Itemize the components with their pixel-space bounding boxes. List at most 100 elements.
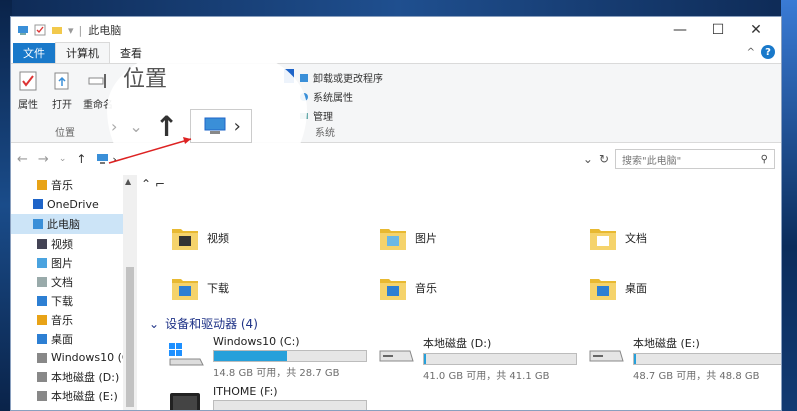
up-button[interactable]: ↑ [76, 152, 86, 166]
drive-item[interactable]: ITHOME (F:)7.39 GB 可用，共 7.39 GB [167, 385, 367, 410]
devices-heading: 设备和驱动器 (4) [165, 317, 258, 331]
help-icon[interactable]: ? [761, 45, 775, 59]
drive-icon [37, 371, 47, 382]
sidebar-item-9[interactable]: Windows10 (C:) [11, 348, 133, 367]
hdd-icon [589, 350, 624, 362]
minimize-button[interactable]: — [661, 18, 699, 42]
sidebar-item-11[interactable]: 本地磁盘 (E:) [11, 386, 133, 405]
explorer-app-icon[interactable] [17, 24, 29, 36]
sidebar-item-0[interactable]: 音乐 [11, 175, 133, 194]
folder-item[interactable]: 桌面 [589, 275, 647, 301]
drive-icon [37, 390, 47, 401]
maximize-button[interactable]: ☐ [699, 18, 737, 42]
sidebar-item-label: 图片 [51, 256, 73, 270]
nav-scrollbar[interactable]: ▲ [123, 175, 137, 410]
system-properties-button[interactable]: 系统属性 [299, 89, 383, 104]
address-dropdown-icon[interactable]: ⌄ [583, 152, 593, 166]
zoom-nav: › ⌄ ↑ › [111, 109, 253, 143]
manage-button[interactable]: 管理 [299, 108, 383, 123]
zoom-location-title: 位置 [123, 67, 168, 92]
music-folder-icon [380, 279, 406, 300]
properties-label: 属性 [18, 100, 38, 111]
sidebar-item-6[interactable]: 下载 [11, 291, 133, 310]
open-icon [54, 72, 69, 90]
pictures-folder-icon [380, 229, 406, 250]
sidebar-item-label: 文档 [51, 275, 73, 289]
forward-button[interactable]: → [38, 152, 49, 167]
qa-dropdown-icon[interactable]: ▾ [68, 24, 74, 37]
recent-locations-icon[interactable]: ⌄ [59, 154, 67, 164]
address-bar: ← → ⌄ ↑ › ⌄ ↻ 搜索"此电脑" ⚲ [11, 147, 781, 171]
system-group: 卸载或更改程序 系统属性 管理 [299, 70, 383, 123]
breadcrumb[interactable]: › [96, 152, 117, 166]
folder-label: 视频 [207, 232, 229, 245]
folder-item[interactable]: 文档 [589, 225, 647, 251]
music-icon [37, 314, 47, 325]
drive-item[interactable]: 本地磁盘 (D:) 41.0 GB 可用，共 41.1 GB [377, 335, 577, 382]
pc-icon [33, 219, 43, 229]
devices-section-header[interactable]: ⌄ 设备和驱动器 (4) [149, 315, 258, 332]
properties-button[interactable]: 属性 [17, 70, 39, 111]
sidebar-item-3[interactable]: 视频 [11, 234, 133, 253]
drive-name: ITHOME (F:) [213, 385, 278, 398]
search-input[interactable]: 搜索"此电脑" ⚲ [615, 149, 775, 169]
sidebar-item-label: 下载 [51, 294, 73, 308]
scroll-thumb[interactable] [126, 267, 134, 407]
sidebar-item-label: 本地磁盘 (D:) [51, 370, 120, 384]
sidebar-item-8[interactable]: 桌面 [11, 329, 133, 348]
ribbon-tabs: 文件 计算机 查看 ^ ? [11, 42, 781, 63]
folder-item[interactable]: 视频 [171, 225, 229, 251]
properties-check-icon[interactable] [34, 24, 46, 36]
sidebar-item-2[interactable]: 此电脑 [11, 214, 133, 234]
folder-label: 桌面 [625, 282, 647, 295]
close-button[interactable]: ✕ [737, 18, 775, 42]
desktop-folder-icon [590, 279, 616, 300]
zoom-recent-icon: ⌄ [129, 116, 143, 136]
sidebar-item-7[interactable]: 音乐 [11, 310, 133, 329]
sidebar-item-4[interactable]: 图片 [11, 253, 133, 272]
scroll-up-icon[interactable]: ▲ [125, 177, 131, 186]
open-button[interactable]: 打开 [51, 70, 73, 111]
sidebar-item-5[interactable]: 文档 [11, 272, 133, 291]
tab-file[interactable]: 文件 [13, 43, 55, 63]
uninstall-programs-button[interactable]: 卸载或更改程序 [299, 70, 383, 85]
rename-icon [88, 74, 106, 88]
sidebar-item-label: 视频 [51, 237, 73, 251]
drive-usage-bar [423, 353, 577, 365]
downloads-folder-icon [172, 279, 198, 300]
folder-item[interactable]: 图片 [379, 225, 437, 251]
drive-name: Windows10 (C:) [213, 335, 300, 348]
folder-item[interactable]: 下载 [171, 275, 229, 301]
ribbon-collapse-icon[interactable]: ^ [747, 47, 755, 58]
video-folder-icon [172, 229, 198, 250]
title-bar: ▾ | 此电脑 — ☐ ✕ [11, 17, 781, 43]
file-explorer-window: ▾ | 此电脑 — ☐ ✕ 文件 计算机 查看 ^ ? 属性 打开 重命名 位置… [10, 16, 782, 411]
folders-collapse-icon[interactable]: ⌃ ⌐ [141, 177, 165, 191]
folder-label: 文档 [625, 232, 647, 245]
zoom-up-arrow-icon: ↑ [154, 109, 179, 143]
refresh-icon[interactable]: ↻ [599, 152, 609, 166]
drive-item[interactable]: 本地磁盘 (E:) 48.7 GB 可用，共 48.8 GB [587, 335, 781, 382]
breadcrumb-chevron-icon: › [112, 152, 117, 166]
uninstall-label: 卸载或更改程序 [313, 74, 383, 85]
sidebar-item-label: 音乐 [51, 178, 73, 192]
drive-item[interactable]: Windows10 (C:) 14.8 GB 可用，共 28.7 GB [167, 335, 367, 379]
drive-info: ITHOME (F:)7.39 GB 可用，共 7.39 GB [213, 385, 367, 410]
system-properties-label: 系统属性 [313, 93, 353, 104]
search-placeholder: 搜索"此电脑" [622, 155, 682, 167]
drive-info: Windows10 (C:) 14.8 GB 可用，共 28.7 GB [213, 335, 367, 379]
tab-computer[interactable]: 计算机 [55, 42, 110, 63]
folder-label: 音乐 [415, 282, 437, 295]
onedrive-icon [33, 199, 43, 209]
sidebar-item-10[interactable]: 本地磁盘 (D:) [11, 367, 133, 386]
back-button[interactable]: ← [17, 152, 28, 167]
folder-item[interactable]: 音乐 [379, 275, 437, 301]
drive-size: 41.0 GB 可用，共 41.1 GB [423, 371, 550, 382]
sidebar-item-1[interactable]: OneDrive [11, 194, 133, 214]
quick-access-toolbar: ▾ | [17, 24, 82, 37]
new-folder-icon[interactable] [51, 24, 63, 36]
windows-drive-icon [169, 343, 204, 366]
drive-usage-fill [424, 354, 426, 364]
drive-usage-bar [213, 400, 367, 410]
search-icon: ⚲ [760, 153, 768, 165]
